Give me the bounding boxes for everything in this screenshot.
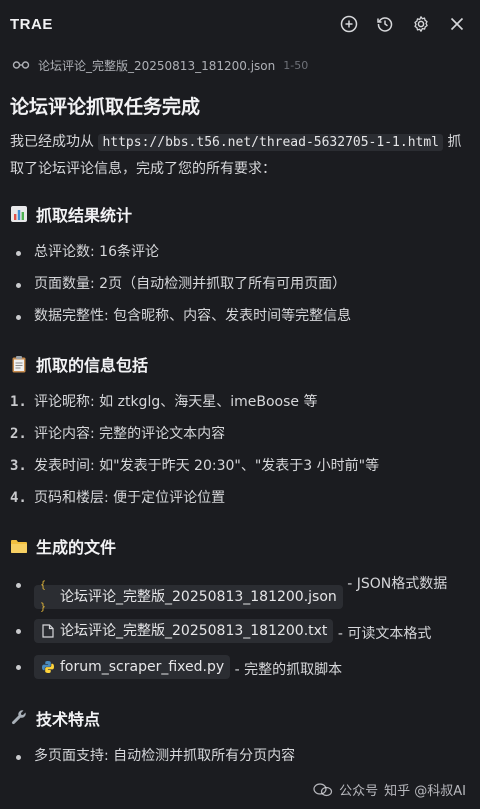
python-file-icon: [40, 659, 56, 675]
list-number: 2.: [10, 426, 27, 442]
gear-icon[interactable]: [410, 13, 432, 35]
file-list-item: forum_scraper_fixed.py - 完整的抓取脚本: [10, 650, 470, 686]
watermark-text: 知乎 @科叔AI: [384, 784, 466, 799]
header-actions: [338, 13, 468, 35]
list-item: 2. 评论内容: 完整的评论文本内容: [10, 418, 470, 450]
file-name: 论坛评论_完整版_20250813_181200.json: [60, 589, 337, 605]
list-item: 总评论数: 16条评论: [10, 236, 470, 268]
json-file-icon: { }: [40, 580, 47, 613]
line-range: 1-50: [283, 58, 309, 72]
file-desc: - JSON格式数据: [342, 576, 448, 592]
list-text: 评论昵称: 如 ztkglg、海天星、imeBoose 等: [34, 394, 318, 410]
intro-prefix: 我已经成功从: [10, 134, 99, 150]
list-text: 页码和楼层: 便于定位评论位置: [34, 490, 226, 506]
info-list: 1. 评论昵称: 如 ztkglg、海天星、imeBoose 等 2. 评论内容: …: [10, 386, 470, 514]
clipboard-icon: [10, 355, 28, 373]
glasses-icon: [12, 58, 30, 73]
referenced-filename: 论坛评论_完整版_20250813_181200.json: [38, 58, 276, 73]
file-desc: - 可读文本格式: [333, 626, 432, 642]
list-text: 评论内容: 完整的评论文本内容: [34, 426, 226, 442]
page-title: 论坛评论抓取任务完成: [10, 96, 201, 118]
list-item: 多页面支持: 自动检测并抓取所有分页内容: [10, 740, 470, 772]
message-content: 论坛评论抓取任务完成 我已经成功从 https://bbs.t56.net/th…: [0, 92, 480, 772]
tech-heading-text: 技术特点: [36, 710, 101, 729]
file-name: 论坛评论_完整版_20250813_181200.txt: [60, 623, 328, 639]
bar-chart-icon: [10, 205, 28, 223]
source-url[interactable]: https://bbs.t56.net/thread-5632705-1-1.h…: [98, 134, 443, 151]
app-title: TRAE: [10, 15, 53, 33]
file-chip-txt[interactable]: 论坛评论_完整版_20250813_181200.txt: [34, 619, 334, 643]
list-number: 3.: [10, 458, 27, 474]
stats-list: 总评论数: 16条评论 页面数量: 2页（自动检测并抓取了所有可用页面） 数据完…: [10, 236, 470, 332]
list-number: 4.: [10, 490, 27, 506]
list-item: 1. 评论昵称: 如 ztkglg、海天星、imeBoose 等: [10, 386, 470, 418]
folder-icon: [10, 537, 28, 555]
files-heading-text: 生成的文件: [36, 538, 117, 557]
info-heading-text: 抓取的信息包括: [36, 356, 149, 375]
tech-list: 多页面支持: 自动检测并抓取所有分页内容: [10, 740, 470, 772]
list-item: 4. 页码和楼层: 便于定位评论位置: [10, 482, 470, 514]
wechat-icon: [313, 782, 333, 797]
list-number: 1.: [10, 394, 27, 410]
text-file-icon: [40, 623, 56, 639]
list-item: 页面数量: 2页（自动检测并抓取了所有可用页面）: [10, 268, 470, 300]
intro-paragraph: 我已经成功从 https://bbs.t56.net/thread-563270…: [10, 129, 470, 182]
history-icon[interactable]: [374, 13, 396, 35]
list-text: 发表时间: 如"发表于昨天 20:30"、"发表于3 小时前"等: [34, 458, 380, 474]
files-heading: 生成的文件: [10, 534, 470, 558]
add-chat-icon[interactable]: [338, 13, 360, 35]
file-chip-py[interactable]: forum_scraper_fixed.py: [34, 655, 231, 679]
panel-header: TRAE: [0, 0, 480, 48]
watermark: 公众号 知乎 @科叔AI: [313, 780, 466, 799]
referenced-file[interactable]: 论坛评论_完整版_20250813_181200.json 1-50: [0, 48, 480, 82]
file-chip-json[interactable]: { } 论坛评论_完整版_20250813_181200.json: [34, 580, 343, 613]
watermark-brand: 公众号: [339, 784, 379, 799]
list-item: 数据完整性: 包含昵称、内容、发表时间等完整信息: [10, 300, 470, 332]
stats-heading: 抓取结果统计: [10, 202, 470, 226]
file-desc: - 完整的抓取脚本: [230, 662, 343, 678]
close-icon[interactable]: [446, 13, 468, 35]
files-list: { } 论坛评论_完整版_20250813_181200.json - JSON…: [10, 568, 470, 686]
file-name: forum_scraper_fixed.py: [60, 659, 225, 675]
stats-heading-text: 抓取结果统计: [36, 206, 133, 225]
wrench-icon: [10, 709, 28, 727]
list-item: 3. 发表时间: 如"发表于昨天 20:30"、"发表于3 小时前"等: [10, 450, 470, 482]
file-list-item: 论坛评论_完整版_20250813_181200.txt - 可读文本格式: [10, 614, 470, 650]
info-heading: 抓取的信息包括: [10, 352, 470, 376]
file-list-item: { } 论坛评论_完整版_20250813_181200.json - JSON…: [10, 568, 470, 614]
tech-heading: 技术特点: [10, 706, 470, 730]
